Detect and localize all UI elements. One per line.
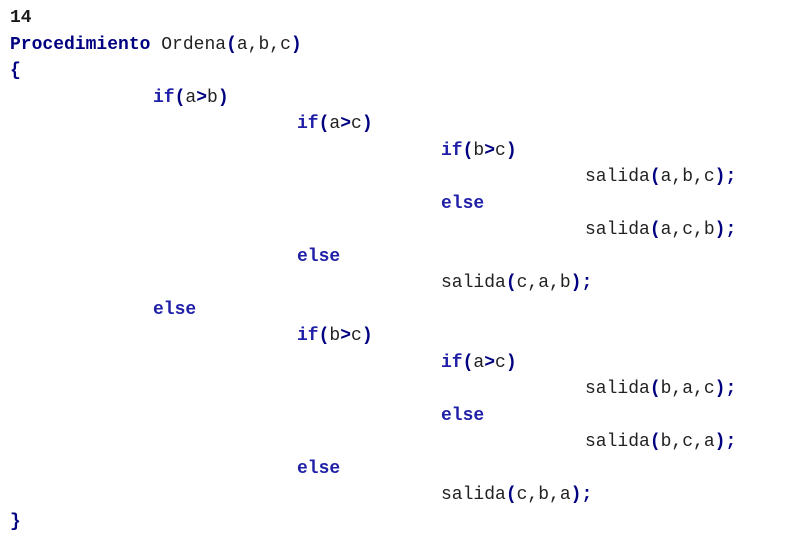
if-keyword: if bbox=[153, 88, 175, 108]
call-line: salida(a,b,c); bbox=[585, 164, 736, 191]
call-line: salida(a,c,b); bbox=[585, 217, 736, 244]
semicolon: ; bbox=[581, 485, 593, 505]
paren-close: ) bbox=[505, 141, 517, 161]
gt-operator: > bbox=[340, 326, 352, 346]
function-name: salida bbox=[585, 432, 650, 452]
if-keyword: if bbox=[297, 326, 319, 346]
else-line: else bbox=[441, 403, 484, 430]
else-line: else bbox=[297, 244, 340, 271]
paren-close: ) bbox=[570, 485, 582, 505]
call-args: b,a,c bbox=[660, 379, 715, 399]
semicolon: ; bbox=[581, 273, 593, 293]
cond-left: a bbox=[329, 114, 341, 134]
paren-close: ) bbox=[505, 353, 517, 373]
call-line: salida(b,a,c); bbox=[585, 376, 736, 403]
paren-close: ) bbox=[290, 35, 302, 55]
exercise-number: 14 bbox=[10, 5, 32, 32]
paren-open: ( bbox=[649, 379, 661, 399]
procedure-header: Procedimiento Ordena(a,b,c) bbox=[10, 32, 302, 59]
open-brace: { bbox=[10, 61, 21, 81]
function-name: salida bbox=[585, 220, 650, 240]
paren-open: ( bbox=[649, 220, 661, 240]
else-keyword: else bbox=[297, 459, 341, 479]
open-brace-line: { bbox=[10, 58, 21, 85]
function-name: salida bbox=[585, 379, 650, 399]
paren-open: ( bbox=[226, 35, 237, 55]
else-keyword: else bbox=[153, 300, 197, 320]
gt-operator: > bbox=[484, 353, 496, 373]
close-brace-line: } bbox=[10, 509, 21, 536]
paren-open: ( bbox=[505, 485, 517, 505]
if-keyword: if bbox=[297, 114, 319, 134]
paren-close: ) bbox=[570, 273, 582, 293]
call-args: c,a,b bbox=[516, 273, 571, 293]
paren-close: ) bbox=[714, 167, 726, 187]
paren-open: ( bbox=[318, 326, 330, 346]
if-line: if(b>c) bbox=[297, 323, 373, 350]
else-line: else bbox=[297, 456, 340, 483]
paren-open: ( bbox=[649, 167, 661, 187]
cond-left: b bbox=[329, 326, 341, 346]
cond-right: c bbox=[495, 353, 506, 373]
paren-open: ( bbox=[649, 432, 661, 452]
else-keyword: else bbox=[297, 247, 341, 267]
paren-close: ) bbox=[714, 432, 726, 452]
if-line: if(a>b) bbox=[153, 85, 229, 112]
cond-right: c bbox=[495, 141, 506, 161]
cond-right: c bbox=[351, 326, 362, 346]
semicolon: ; bbox=[725, 220, 737, 240]
gt-operator: > bbox=[484, 141, 496, 161]
procedure-args: a,b,c bbox=[236, 35, 291, 55]
cond-left: a bbox=[473, 353, 485, 373]
if-line: if(a>c) bbox=[441, 350, 517, 377]
else-keyword: else bbox=[441, 406, 485, 426]
gt-operator: > bbox=[196, 88, 208, 108]
paren-open: ( bbox=[318, 114, 330, 134]
semicolon: ; bbox=[725, 167, 737, 187]
paren-open: ( bbox=[462, 353, 474, 373]
function-name: salida bbox=[441, 273, 506, 293]
cond-right: b bbox=[207, 88, 218, 108]
else-line: else bbox=[153, 297, 196, 324]
call-args: b,c,a bbox=[660, 432, 715, 452]
function-name: salida bbox=[441, 485, 506, 505]
else-keyword: else bbox=[441, 194, 485, 214]
if-line: if(a>c) bbox=[297, 111, 373, 138]
call-args: a,b,c bbox=[660, 167, 715, 187]
paren-open: ( bbox=[174, 88, 186, 108]
cond-right: c bbox=[351, 114, 362, 134]
if-line: if(b>c) bbox=[441, 138, 517, 165]
close-brace: } bbox=[10, 512, 21, 532]
paren-close: ) bbox=[217, 88, 229, 108]
if-keyword: if bbox=[441, 353, 463, 373]
paren-open: ( bbox=[505, 273, 517, 293]
paren-close: ) bbox=[361, 114, 373, 134]
function-name: salida bbox=[585, 167, 650, 187]
cond-left: b bbox=[473, 141, 485, 161]
number-text: 14 bbox=[10, 8, 32, 28]
procedure-name: Ordena bbox=[161, 35, 227, 55]
call-line: salida(c,b,a); bbox=[441, 482, 592, 509]
semicolon: ; bbox=[725, 379, 737, 399]
paren-open: ( bbox=[462, 141, 474, 161]
call-args: c,b,a bbox=[516, 485, 571, 505]
call-line: salida(b,c,a); bbox=[585, 429, 736, 456]
call-args: a,c,b bbox=[660, 220, 715, 240]
call-line: salida(c,a,b); bbox=[441, 270, 592, 297]
paren-close: ) bbox=[361, 326, 373, 346]
code-listing: 14 Procedimiento Ordena(a,b,c) { if(a>b)… bbox=[0, 0, 787, 537]
cond-left: a bbox=[185, 88, 197, 108]
if-keyword: if bbox=[441, 141, 463, 161]
else-line: else bbox=[441, 191, 484, 218]
gt-operator: > bbox=[340, 114, 352, 134]
paren-close: ) bbox=[714, 379, 726, 399]
procedure-keyword: Procedimiento bbox=[10, 35, 151, 55]
paren-close: ) bbox=[714, 220, 726, 240]
semicolon: ; bbox=[725, 432, 737, 452]
